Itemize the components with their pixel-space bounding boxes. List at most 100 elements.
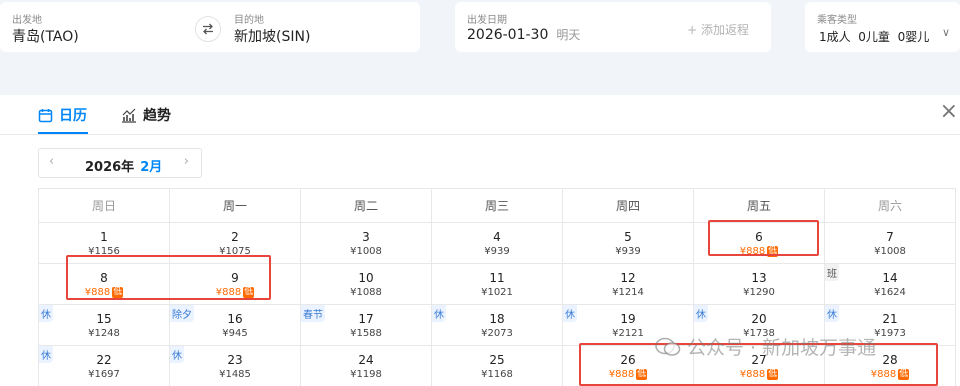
day-number: 17 [358, 312, 374, 326]
add-return-button[interactable]: + 添加返程 [687, 21, 749, 38]
calendar-icon [38, 108, 53, 122]
watermark: 公众号 · 新加坡万事通 [655, 333, 876, 360]
calendar-day-9[interactable]: 9 ¥888 低 [170, 264, 301, 305]
price-value: ¥888 [84, 287, 111, 298]
active-tab-indicator [38, 132, 88, 134]
calendar-day-5[interactable]: 5 ¥939 [563, 223, 694, 264]
day-price: ¥1075 [170, 246, 300, 257]
origin-value: 青岛(TAO) [12, 29, 79, 45]
calendar-day-16[interactable]: 除夕 16 ¥945 [170, 305, 301, 346]
price-value: ¥939 [615, 246, 641, 257]
day-price: ¥888 低 [563, 369, 693, 380]
infant-count: 0婴儿 [897, 30, 930, 44]
price-value: ¥1248 [88, 328, 120, 339]
weekday-monday: 周一 [170, 189, 301, 223]
price-value: ¥888 [870, 369, 897, 380]
day-number: 11 [489, 271, 505, 285]
calendar-day-10[interactable]: 10 ¥1088 [301, 264, 432, 305]
day-number: 6 [755, 230, 763, 244]
tab-calendar-label: 日历 [59, 108, 87, 124]
depart-date: 2026-01-30 [467, 27, 549, 43]
chevron-down-icon[interactable]: ∨ [942, 26, 950, 39]
month-label: 2026年 2月 [85, 156, 162, 175]
day-price: ¥888 低 [694, 369, 824, 380]
depart-label: 出发日期 [467, 15, 507, 26]
passenger-value: 1成人 0儿童 0婴儿 [819, 28, 929, 45]
price-value: ¥1214 [612, 287, 644, 298]
prev-month-button[interactable]: ‹ [49, 154, 54, 169]
calendar-day-25[interactable]: 25 ¥1168 [432, 346, 563, 386]
calendar-day-8[interactable]: 8 ¥888 低 [39, 264, 170, 305]
watermark-text: 公众号 · 新加坡万事通 [687, 337, 877, 359]
day-price: ¥2073 [432, 328, 562, 339]
day-number: 21 [882, 312, 898, 326]
calendar-day-1[interactable]: 1 ¥1156 [39, 223, 170, 264]
calendar-day-23[interactable]: 休 23 ¥1485 [170, 346, 301, 386]
depart-relative: 明天 [556, 28, 581, 42]
tab-trend-label: 趋势 [143, 108, 171, 124]
passenger-field[interactable]: 乘客类型 1成人 0儿童 0婴儿 ∨ [805, 2, 960, 52]
day-price: ¥1485 [170, 369, 300, 380]
day-price: ¥888 低 [170, 287, 300, 298]
destination-value: 新加坡(SIN) [234, 29, 311, 45]
day-price: ¥888 低 [694, 246, 824, 257]
tab-calendar[interactable]: 日历 [38, 105, 87, 125]
panel-tabs: 日历 趋势 × [0, 95, 960, 135]
calendar-day-12[interactable]: 12 ¥1214 [563, 264, 694, 305]
day-number: 15 [96, 312, 112, 326]
day-number: 22 [96, 353, 112, 367]
day-price: ¥1168 [432, 369, 562, 380]
flight-search-bar: 出发地 青岛(TAO) 目的地 新加坡(SIN) 出发日期 2026-01-30… [0, 0, 960, 80]
day-number: 23 [227, 353, 243, 367]
calendar-day-7[interactable]: 7 ¥1008 [825, 223, 956, 264]
close-icon[interactable]: × [940, 101, 958, 123]
calendar-day-24[interactable]: 24 ¥1198 [301, 346, 432, 386]
swap-button[interactable] [195, 16, 221, 42]
calendar-day-14[interactable]: 班 14 ¥1624 [825, 264, 956, 305]
calendar-day-15[interactable]: 休 15 ¥1248 [39, 305, 170, 346]
day-number: 4 [493, 230, 501, 244]
price-value: ¥1697 [88, 369, 120, 380]
calendar-day-22[interactable]: 休 22 ¥1697 [39, 346, 170, 386]
price-value: ¥888 [739, 246, 766, 257]
child-count: 0儿童 [858, 30, 890, 44]
next-month-button[interactable]: › [184, 154, 189, 169]
price-value: ¥2121 [612, 328, 644, 339]
price-value: ¥1198 [350, 369, 382, 380]
origin-field[interactable]: 出发地 青岛(TAO) [0, 2, 195, 52]
day-price: ¥1248 [39, 328, 169, 339]
price-value: ¥1973 [874, 328, 906, 339]
price-value: ¥888 [739, 369, 766, 380]
tab-trend[interactable]: 趋势 [121, 105, 171, 125]
low-price-badge: 低 [112, 287, 124, 298]
calendar-day-2[interactable]: 2 ¥1075 [170, 223, 301, 264]
destination-label: 目的地 [234, 15, 264, 26]
calendar-day-11[interactable]: 11 ¥1021 [432, 264, 563, 305]
day-number: 3 [362, 230, 370, 244]
day-price: ¥1021 [432, 287, 562, 298]
calendar-week-row: 8 ¥888 低 9 ¥888 低 10 ¥1088 11 ¥1021 12 ¥1214 13 ¥1290… [39, 264, 956, 305]
calendar-day-3[interactable]: 3 ¥1008 [301, 223, 432, 264]
price-value: ¥1075 [219, 246, 251, 257]
day-price: ¥939 [432, 246, 562, 257]
calendar-day-13[interactable]: 13 ¥1290 [694, 264, 825, 305]
origin-label: 出发地 [12, 15, 42, 26]
weekday-friday: 周五 [694, 189, 825, 223]
day-price: ¥1008 [301, 246, 431, 257]
day-number: 16 [227, 312, 243, 326]
depart-date-field[interactable]: 出发日期 2026-01-30 明天 + 添加返程 [455, 2, 771, 52]
calendar-day-4[interactable]: 4 ¥939 [432, 223, 563, 264]
price-value: ¥1485 [219, 369, 251, 380]
calendar-day-18[interactable]: 休 18 ¥2073 [432, 305, 563, 346]
wechat-icon [655, 337, 681, 356]
day-price: ¥888 低 [825, 369, 955, 380]
day-number: 9 [231, 271, 239, 285]
price-value: ¥1156 [88, 246, 120, 257]
day-price: ¥1088 [301, 287, 431, 298]
day-price: ¥1624 [825, 287, 955, 298]
destination-field[interactable]: 目的地 新加坡(SIN) [222, 2, 420, 52]
day-number: 24 [358, 353, 374, 367]
calendar-day-6[interactable]: 6 ¥888 低 [694, 223, 825, 264]
day-price: ¥1697 [39, 369, 169, 380]
calendar-day-17[interactable]: 春节 17 ¥1588 [301, 305, 432, 346]
